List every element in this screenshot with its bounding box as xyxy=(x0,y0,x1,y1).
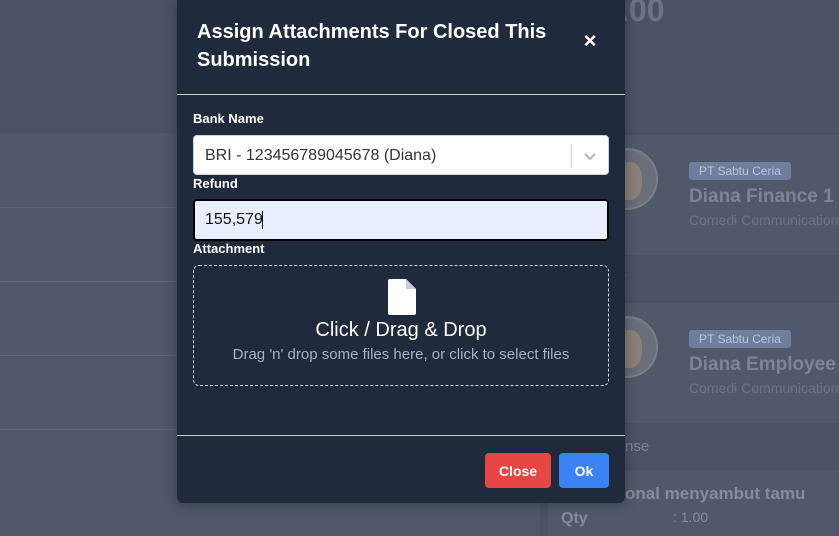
ok-button[interactable]: Ok xyxy=(559,453,609,488)
company-badge: PT Sabtu Ceria xyxy=(689,162,791,180)
background-fragment: nse xyxy=(625,438,650,455)
header-divider xyxy=(177,94,625,95)
bank-name-label: Bank Name xyxy=(193,111,264,126)
text-caret xyxy=(262,211,263,229)
refund-label: Refund xyxy=(193,176,238,191)
employee-name: Diana Employee xyxy=(689,354,836,375)
bank-name-value: BRI - 123456789045678 (Diana) xyxy=(205,147,437,164)
item-name: onal menyambut tamu xyxy=(625,484,806,503)
attachment-label: Attachment xyxy=(193,241,265,256)
qty-label: Qty xyxy=(561,510,588,527)
modal-title: Assign Attachments For Closed This Submi… xyxy=(197,21,547,71)
employee-company: Comedi Communication xyxy=(689,212,839,228)
background-amount: .00 xyxy=(620,0,665,28)
close-button[interactable]: Close xyxy=(485,453,551,488)
refund-input[interactable] xyxy=(193,199,609,241)
close-icon[interactable]: × xyxy=(581,30,599,52)
attachment-dropzone[interactable]: Click / Drag & Drop Drag 'n' drop some f… xyxy=(193,265,609,386)
bank-name-select[interactable]: BRI - 123456789045678 (Diana) xyxy=(193,135,609,175)
company-badge: PT Sabtu Ceria xyxy=(689,330,791,348)
select-separator xyxy=(571,144,572,168)
footer-divider xyxy=(177,435,625,436)
employee-company: Comedi Communication xyxy=(689,380,839,396)
chevron-down-icon[interactable] xyxy=(582,148,598,164)
file-icon xyxy=(388,279,416,315)
dropzone-title: Click / Drag & Drop xyxy=(315,319,487,341)
qty-value: : 1.00 xyxy=(673,509,709,525)
employee-name: Diana Finance 1 xyxy=(689,186,834,207)
assign-attachments-modal: Assign Attachments For Closed This Submi… xyxy=(177,0,625,503)
dropzone-hint: Drag 'n' drop some files here, or click … xyxy=(232,346,570,363)
